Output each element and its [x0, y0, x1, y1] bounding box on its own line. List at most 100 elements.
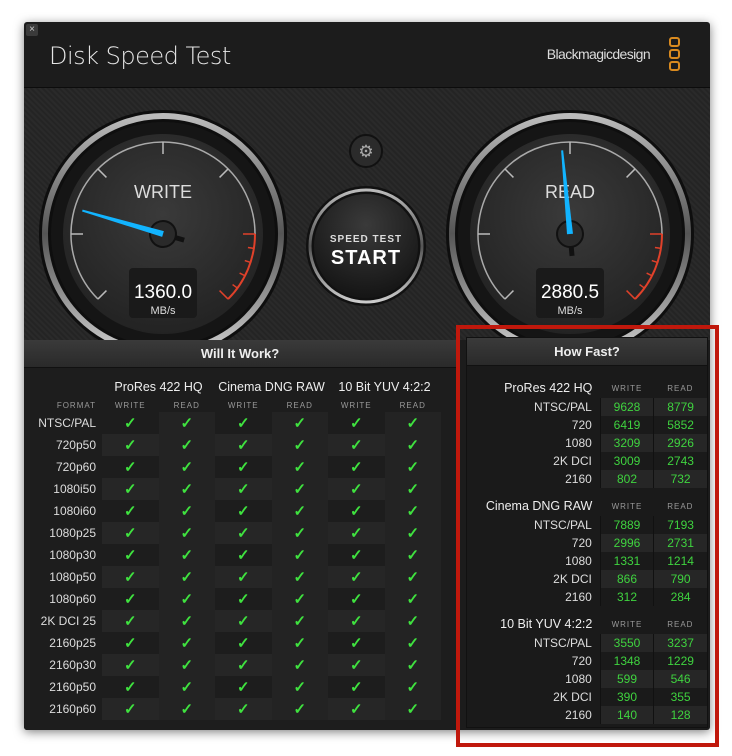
check-icon: ✓ [271, 566, 328, 588]
check-icon: ✓ [158, 698, 215, 720]
check-icon: ✓ [349, 415, 363, 432]
check-icon: ✓ [215, 434, 272, 456]
format-label: 1080i50 [53, 482, 96, 496]
write-speed-unit: MB/s [150, 305, 176, 317]
check-icon: ✓ [102, 698, 159, 720]
table-row: 2K DCI 25 ✓ ✓ ✓ ✓ ✓ ✓ [24, 610, 441, 632]
read-header: READ [399, 400, 426, 410]
check-icon: ✓ [215, 566, 272, 588]
table-row: 2160p25 ✓ ✓ ✓ ✓ ✓ ✓ [24, 632, 441, 654]
table-row: 1080p30 ✓ ✓ ✓ ✓ ✓ ✓ [24, 544, 441, 566]
check-icon: ✓ [384, 654, 441, 676]
check-icon: ✓ [123, 591, 137, 608]
check-icon: ✓ [384, 610, 441, 632]
check-icon: ✓ [384, 412, 441, 434]
check-icon: ✓ [271, 412, 328, 434]
check-icon: ✓ [384, 698, 441, 720]
check-icon: ✓ [384, 478, 441, 500]
gauge-area: WRITE 1360.0 MB/s READ 2880.5 MB/s ⚙ SPEED T… [24, 88, 710, 358]
check-icon: ✓ [271, 500, 328, 522]
check-icon: ✓ [271, 676, 328, 698]
table-row: 1080p25 ✓ ✓ ✓ ✓ ✓ ✓ [24, 522, 441, 544]
will-it-work-title: Will It Work? [24, 340, 456, 368]
check-icon: ✓ [328, 522, 385, 544]
check-icon: ✓ [328, 566, 385, 588]
table-row: 2160p60 ✓ ✓ ✓ ✓ ✓ ✓ [24, 698, 441, 720]
check-icon: ✓ [271, 522, 328, 544]
check-icon: ✓ [158, 676, 215, 698]
check-icon: ✓ [123, 547, 137, 564]
check-icon: ✓ [215, 698, 272, 720]
check-icon: ✓ [158, 610, 215, 632]
blackmagic-logo-icon [669, 37, 680, 73]
check-icon: ✓ [271, 654, 328, 676]
check-icon: ✓ [384, 522, 441, 544]
check-icon: ✓ [384, 456, 441, 478]
check-icon: ✓ [102, 478, 159, 500]
check-icon: ✓ [236, 459, 250, 476]
check-icon: ✓ [384, 500, 441, 522]
gear-icon: ⚙ [358, 142, 373, 161]
check-icon: ✓ [123, 459, 137, 476]
check-icon: ✓ [328, 478, 385, 500]
write-gauge-label: WRITE [134, 182, 192, 202]
check-icon: ✓ [236, 547, 250, 564]
check-icon: ✓ [102, 654, 159, 676]
group-header: ProRes 422 HQ [114, 380, 203, 394]
check-icon: ✓ [102, 566, 159, 588]
check-icon: ✓ [384, 676, 441, 698]
format-label: 2160p50 [49, 680, 96, 694]
check-icon: ✓ [215, 522, 272, 544]
group-header: Cinema DNG RAW [218, 380, 325, 394]
check-icon: ✓ [158, 544, 215, 566]
check-icon: ✓ [215, 610, 272, 632]
check-icon: ✓ [158, 500, 215, 522]
check-icon: ✓ [349, 459, 363, 476]
table-row: 1080p60 ✓ ✓ ✓ ✓ ✓ ✓ [24, 588, 441, 610]
check-icon: ✓ [384, 566, 441, 588]
check-icon: ✓ [271, 610, 328, 632]
format-label: 2160p30 [49, 658, 96, 672]
brand-name: Blackmagicdesign [546, 46, 651, 62]
check-icon: ✓ [236, 635, 250, 652]
check-icon: ✓ [158, 412, 215, 434]
check-icon: ✓ [158, 632, 215, 654]
format-label: 1080i60 [53, 504, 96, 518]
check-icon: ✓ [123, 635, 137, 652]
format-label: NTSC/PAL [38, 416, 96, 430]
check-icon: ✓ [123, 415, 137, 432]
format-label: 2160p60 [49, 702, 96, 716]
app-title: Disk Speed Test [49, 42, 231, 70]
check-icon: ✓ [158, 566, 215, 588]
read-header: READ [286, 400, 313, 410]
close-button[interactable]: × [26, 24, 38, 36]
format-label: 1080p50 [49, 570, 96, 584]
read-header: READ [173, 400, 200, 410]
write-header: WRITE [227, 400, 259, 410]
table-row: 2160p50 ✓ ✓ ✓ ✓ ✓ ✓ [24, 676, 441, 698]
check-icon: ✓ [349, 591, 363, 608]
check-icon: ✓ [123, 503, 137, 520]
write-gauge: WRITE 1360.0 MB/s [39, 110, 287, 358]
settings-button[interactable]: ⚙ [349, 134, 383, 168]
format-label: 2K DCI 25 [40, 614, 96, 628]
check-icon: ✓ [215, 478, 272, 500]
check-icon: ✓ [158, 456, 215, 478]
speed-test-start-button[interactable]: SPEED TEST START [306, 186, 426, 306]
read-gauge: READ 2880.5 MB/s [446, 110, 694, 358]
read-speed-unit: MB/s [557, 305, 583, 317]
check-icon: ✓ [158, 434, 215, 456]
start-line2: START [331, 247, 401, 269]
check-icon: ✓ [328, 698, 385, 720]
check-icon: ✓ [158, 654, 215, 676]
table-row: 1080p50 ✓ ✓ ✓ ✓ ✓ ✓ [24, 566, 441, 588]
check-icon: ✓ [158, 522, 215, 544]
table-row: 720p60 ✓ ✓ ✓ ✓ ✓ ✓ [24, 456, 441, 478]
check-icon: ✓ [271, 588, 328, 610]
check-icon: ✓ [328, 610, 385, 632]
format-label: 720p60 [55, 460, 96, 474]
check-icon: ✓ [349, 503, 363, 520]
check-icon: ✓ [384, 632, 441, 654]
check-icon: ✓ [271, 632, 328, 654]
check-icon: ✓ [328, 434, 385, 456]
